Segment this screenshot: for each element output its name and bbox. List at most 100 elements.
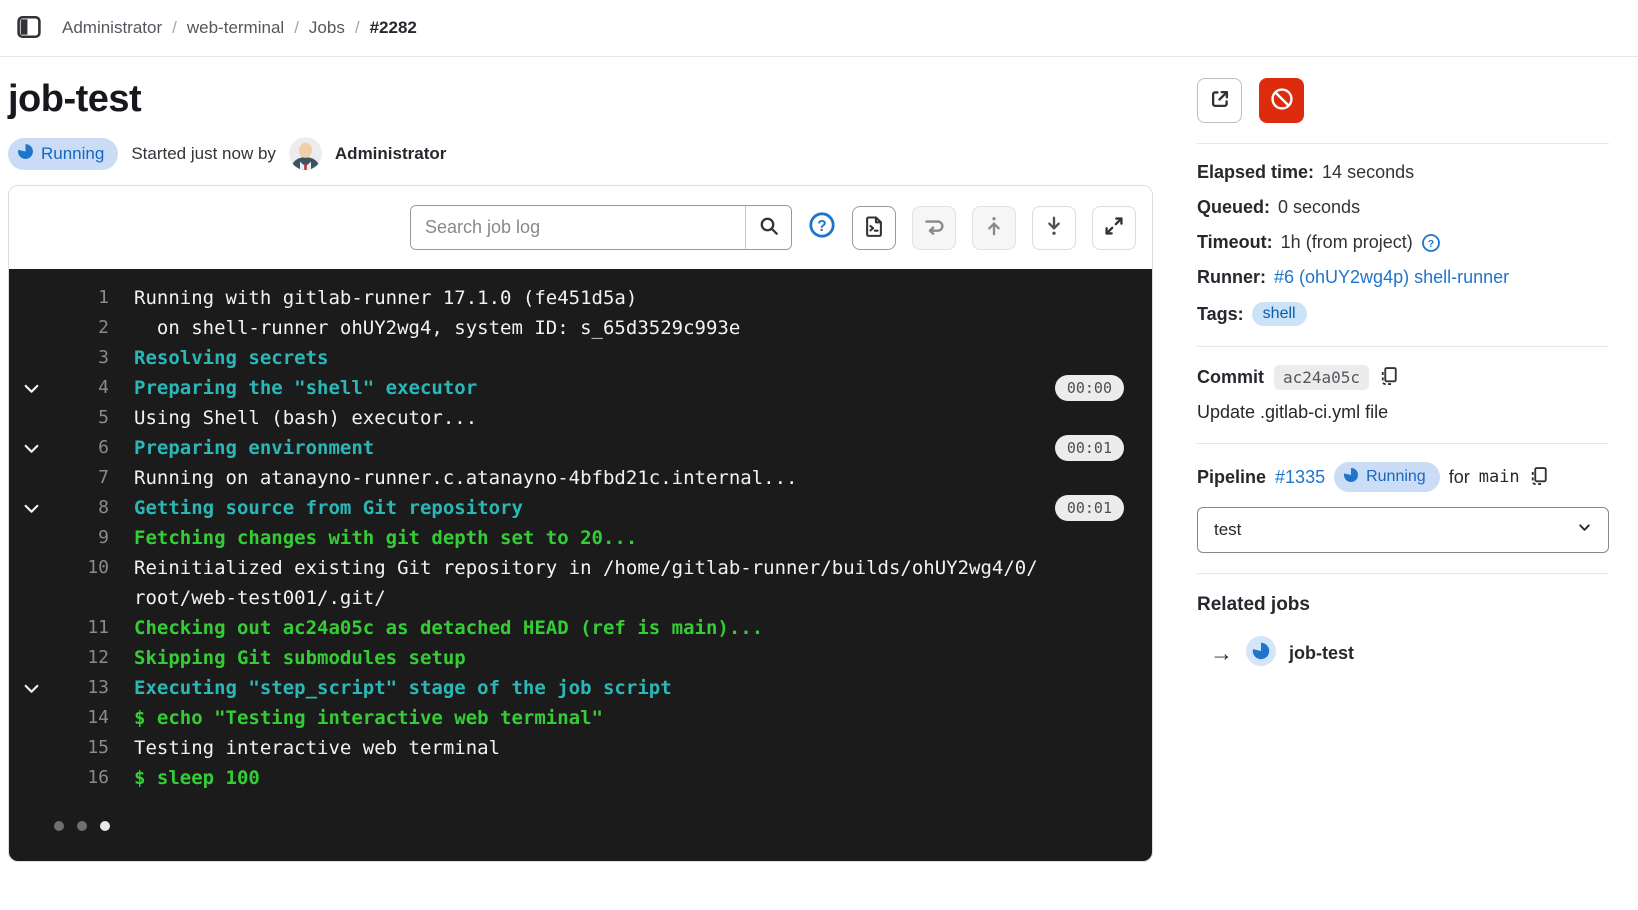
status-badge[interactable]: Running	[8, 138, 118, 170]
runner-row: Runner: #6 (ohUY2wg4p) shell-runner	[1197, 267, 1609, 288]
log-line-text: Checking out ac24a05c as detached HEAD (…	[134, 613, 1152, 643]
job-log-card: ?	[8, 185, 1153, 862]
log-line: 5Using Shell (bash) executor...	[9, 403, 1152, 433]
breadcrumb-separator: /	[172, 18, 177, 38]
breadcrumb-item[interactable]: Administrator	[62, 18, 162, 38]
section-duration-badge: 00:01	[1055, 495, 1124, 521]
commit-sha[interactable]: ac24a05c	[1274, 365, 1369, 390]
search-input[interactable]	[411, 206, 745, 249]
search-button[interactable]	[745, 206, 791, 249]
log-line-text: Running with gitlab-runner 17.1.0 (fe451…	[134, 283, 1152, 313]
raw-log-icon	[863, 215, 885, 240]
log-line: 11 Checking out ac24a05c as detached HEAD…	[9, 613, 1152, 643]
avatar[interactable]	[289, 137, 322, 170]
job-log: 1 Running with gitlab-runner 17.1.0 (fe45…	[9, 269, 1152, 861]
log-line-number[interactable]: 5	[53, 403, 109, 433]
open-in-new-tab-button[interactable]	[1197, 78, 1242, 123]
job-status-row: Running Started just now by Administrato…	[8, 137, 1153, 170]
log-line-text: $ sleep 100	[134, 763, 1152, 793]
commit-message[interactable]: Update .gitlab-ci.yml file	[1197, 402, 1609, 423]
tags-row: Tags: shell	[1197, 302, 1609, 326]
related-job-item[interactable]: → job-test	[1197, 636, 1609, 671]
page-title: job-test	[8, 78, 1153, 121]
log-line-number[interactable]: 15	[53, 733, 109, 763]
breadcrumb-item[interactable]: Jobs	[309, 18, 345, 38]
job-sidebar: Elapsed time: 14 seconds Queued: 0 secon…	[1197, 78, 1609, 671]
log-line-number[interactable]: 8	[53, 493, 109, 523]
collapse-chevron-icon[interactable]	[9, 493, 53, 523]
sidebar-toggle-icon	[16, 14, 42, 43]
log-line: 15 Testing interactive web terminal	[9, 733, 1152, 763]
log-line-number[interactable]: 10	[53, 553, 109, 583]
log-line-number[interactable]: 1	[53, 283, 109, 313]
chevron-down-icon	[1577, 520, 1592, 540]
log-line-number[interactable]: 6	[53, 433, 109, 463]
log-line-number[interactable]: 11	[53, 613, 109, 643]
breadcrumb: Administrator/web-terminal/Jobs/#2282	[62, 18, 417, 38]
collapse-chevron-icon[interactable]	[9, 433, 53, 463]
tag-shell[interactable]: shell	[1252, 302, 1307, 326]
copy-commit-button[interactable]	[1379, 366, 1399, 389]
related-jobs-heading: Related jobs	[1197, 594, 1609, 616]
log-line-number[interactable]: 2	[53, 313, 109, 343]
log-line: 3 Resolving secrets	[9, 343, 1152, 373]
log-line: 6Preparing environment00:01	[9, 433, 1152, 463]
log-line: 14 $ echo "Testing interactive web termin…	[9, 703, 1152, 733]
job-details: Elapsed time: 14 seconds Queued: 0 secon…	[1197, 144, 1609, 347]
log-line: 12 Skipping Git submodules setup	[9, 643, 1152, 673]
search-help-link[interactable]: ?	[808, 211, 836, 244]
log-line-number[interactable]: 12	[53, 643, 109, 673]
log-line-number[interactable]: 13	[53, 673, 109, 703]
search-icon	[759, 216, 779, 239]
job-running-status-icon	[1246, 636, 1276, 671]
log-line-number[interactable]: 4	[53, 373, 109, 403]
related-jobs-section: Related jobs → job-test	[1197, 573, 1609, 671]
collapse-chevron-icon[interactable]	[9, 373, 53, 403]
section-duration-badge: 00:00	[1055, 375, 1124, 401]
log-line-text: Preparing the "shell" executor	[134, 373, 1047, 403]
pipeline-ref[interactable]: main	[1479, 467, 1520, 487]
scroll-to-failure-button[interactable]	[912, 206, 956, 250]
timeout-row: Timeout: 1h (from project) ?	[1197, 232, 1609, 253]
timeout-help-icon[interactable]: ?	[1421, 233, 1441, 253]
log-line-text: Resolving secrets	[134, 343, 1152, 373]
log-line: 8Getting source from Git repository00:01	[9, 493, 1152, 523]
breadcrumb-item: #2282	[370, 18, 417, 38]
log-toolbar: ?	[9, 186, 1152, 269]
log-line-number	[53, 583, 109, 613]
collapse-chevron-icon[interactable]	[9, 673, 53, 703]
help-icon: ?	[808, 211, 836, 244]
log-line-text: Reinitialized existing Git repository in…	[134, 553, 1152, 583]
sidebar-toggle-button[interactable]	[12, 11, 46, 45]
breadcrumb-separator: /	[355, 18, 360, 38]
fullscreen-icon	[1103, 215, 1125, 240]
log-line-number[interactable]: 14	[53, 703, 109, 733]
log-line-number[interactable]: 9	[53, 523, 109, 553]
raw-log-button[interactable]	[852, 206, 896, 250]
author-name[interactable]: Administrator	[335, 144, 446, 164]
log-line: 16 $ sleep 100	[9, 763, 1152, 793]
pipeline-status-badge[interactable]: Running	[1334, 462, 1440, 492]
breadcrumb-item[interactable]: web-terminal	[187, 18, 284, 38]
cancel-job-button[interactable]	[1259, 78, 1304, 123]
log-line-text: Testing interactive web terminal	[134, 733, 1152, 763]
copy-ref-button[interactable]	[1529, 466, 1549, 489]
stage-dropdown[interactable]: test	[1197, 507, 1609, 553]
log-line-text: $ echo "Testing interactive web terminal…	[134, 703, 1152, 733]
running-status-icon	[17, 143, 34, 165]
log-line-text: on shell-runner ohUY2wg4, system ID: s_6…	[134, 313, 1152, 343]
pipeline-link[interactable]: #1335	[1275, 467, 1325, 488]
log-line-number[interactable]: 7	[53, 463, 109, 493]
log-line-text: root/web-test001/.git/	[134, 583, 1152, 613]
log-line-text: Skipping Git submodules setup	[134, 643, 1152, 673]
scroll-bottom-icon	[1043, 215, 1065, 240]
scroll-to-failure-icon	[923, 215, 945, 240]
fullscreen-button[interactable]	[1092, 206, 1136, 250]
scroll-top-button[interactable]	[972, 206, 1016, 250]
log-line-number[interactable]: 3	[53, 343, 109, 373]
runner-link[interactable]: #6 (ohUY2wg4p) shell-runner	[1274, 267, 1509, 288]
log-line-number[interactable]: 16	[53, 763, 109, 793]
sidebar-actions	[1197, 78, 1609, 144]
scroll-bottom-button[interactable]	[1032, 206, 1076, 250]
copy-icon	[1529, 466, 1549, 489]
